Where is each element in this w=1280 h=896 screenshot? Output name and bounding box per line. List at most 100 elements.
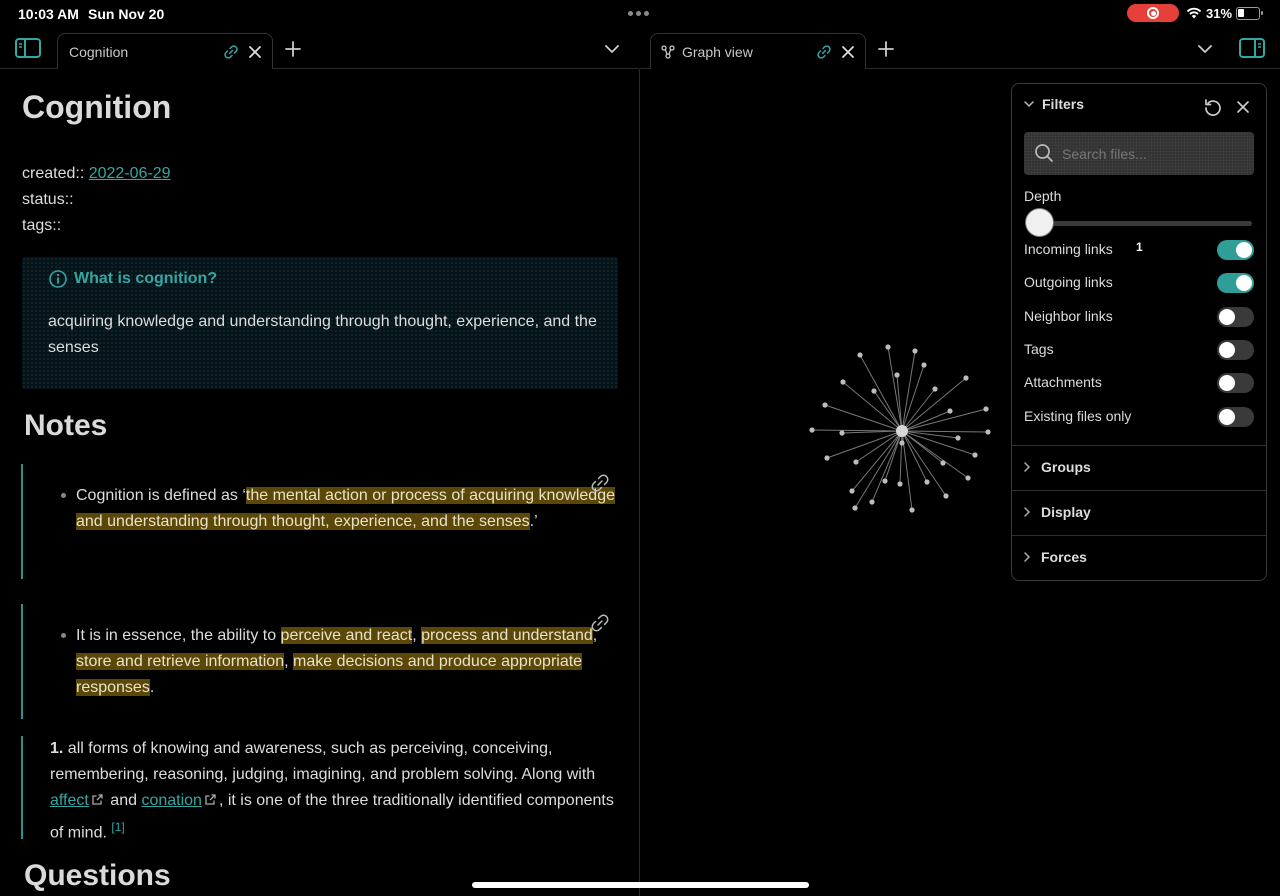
toggle-tags[interactable] (1217, 339, 1254, 360)
note-editor[interactable]: Cognition created:: 2022-06-29 status:: … (0, 69, 639, 896)
home-indicator[interactable] (472, 882, 809, 888)
graph-node[interactable] (853, 459, 859, 465)
graph-node[interactable] (849, 488, 855, 494)
callout-title[interactable]: What is cognition? (48, 269, 217, 289)
section-groups[interactable]: Groups (1024, 459, 1091, 475)
graph-node[interactable] (947, 408, 953, 414)
graph-node[interactable] (983, 406, 989, 412)
graph-node[interactable] (943, 493, 949, 499)
graph-node[interactable] (882, 478, 888, 484)
graph-edge (854, 430, 903, 509)
left-tab-strip: Cognition (0, 28, 639, 69)
graph-node[interactable] (894, 372, 900, 378)
toggle-label: Incoming links (1024, 241, 1113, 257)
highlight: perceive and react (280, 627, 413, 644)
graph-node[interactable] (912, 348, 918, 354)
search-files-input[interactable] (1024, 132, 1254, 175)
graph-node[interactable] (885, 344, 891, 350)
graph-node[interactable] (985, 429, 991, 435)
multitasking-dots-icon[interactable] (628, 11, 649, 16)
bullet-dot (61, 633, 66, 638)
graph-node[interactable] (965, 475, 971, 481)
section-label: Groups (1041, 459, 1091, 475)
graph-node[interactable] (822, 402, 828, 408)
toggle-label: Tags (1024, 340, 1054, 357)
graph-node[interactable] (972, 452, 978, 458)
graph-node[interactable] (871, 388, 877, 394)
graph-node[interactable] (897, 481, 903, 487)
toggle-existing-files-only[interactable] (1217, 406, 1254, 427)
graph-node-current[interactable] (896, 425, 908, 437)
info-icon (49, 270, 67, 288)
graph-node[interactable] (857, 352, 863, 358)
block-link-icon[interactable] (590, 613, 610, 633)
new-tab-icon[interactable] (284, 40, 302, 58)
toggle-label: Existing files only (1024, 407, 1132, 424)
graph-node[interactable] (955, 435, 961, 441)
toggle-label: Neighbor links (1024, 307, 1113, 324)
graph-edge (824, 404, 903, 432)
depth-slider-handle[interactable] (1026, 209, 1053, 236)
toggle-outgoing-links[interactable] (1217, 273, 1254, 294)
tab-graph-view[interactable]: Graph view (650, 33, 866, 69)
affect-link[interactable]: affect (50, 792, 89, 809)
graph-node[interactable] (940, 460, 946, 466)
graph-node[interactable] (932, 386, 938, 392)
graph-node[interactable] (909, 507, 915, 513)
graph-node[interactable] (824, 455, 830, 461)
toggle-incoming-links[interactable] (1217, 240, 1254, 260)
graph-edge (901, 364, 925, 432)
toggle-label: Outgoing links (1024, 274, 1113, 291)
graph-icon (661, 44, 675, 59)
tab-cognition[interactable]: Cognition (57, 33, 273, 69)
chevron-down-icon[interactable] (1196, 42, 1214, 56)
graph-edge (901, 430, 989, 433)
link-icon[interactable] (816, 44, 832, 60)
toggle-label: Attachments (1024, 374, 1102, 391)
close-icon[interactable] (1236, 100, 1250, 114)
link-icon[interactable] (223, 44, 239, 60)
graph-node[interactable] (869, 499, 875, 505)
info-callout: What is cognition? acquiring knowledge a… (22, 257, 618, 389)
chevron-right-icon (1024, 462, 1031, 472)
section-forces[interactable]: Forces (1024, 549, 1087, 565)
section-display[interactable]: Display (1024, 504, 1091, 520)
chevron-down-icon[interactable] (603, 42, 621, 56)
close-icon[interactable] (248, 45, 262, 59)
sidebar-toggle-icon[interactable] (14, 36, 42, 60)
toggle-attachments[interactable] (1217, 373, 1254, 394)
graph-node[interactable] (839, 430, 845, 436)
graph-node[interactable] (921, 362, 927, 368)
highlight: process and understand (421, 627, 593, 644)
depth-slider[interactable] (1028, 221, 1252, 226)
right-sidebar-toggle-icon[interactable] (1238, 36, 1266, 60)
property-key: created:: (22, 165, 85, 182)
block-link-icon[interactable] (590, 473, 610, 493)
toggle-neighbor-links[interactable] (1217, 306, 1254, 327)
status-date: Sun Nov 20 (88, 6, 165, 22)
filters-header[interactable]: Filters (1024, 96, 1084, 112)
questions-heading: Questions (24, 859, 171, 892)
close-icon[interactable] (841, 45, 855, 59)
graph-node[interactable] (924, 479, 930, 485)
tab-title: Cognition (69, 43, 129, 60)
graph-edge (901, 430, 976, 456)
chevron-right-icon (1024, 507, 1031, 517)
new-tab-icon[interactable] (877, 40, 895, 58)
graph-node[interactable] (899, 440, 905, 446)
restore-defaults-icon[interactable] (1202, 97, 1224, 119)
graph-edge (901, 350, 916, 432)
graph-node[interactable] (852, 505, 858, 511)
section-label: Forces (1041, 549, 1087, 565)
graph-node[interactable] (963, 375, 969, 381)
right-tab-strip: Graph view (640, 28, 1280, 69)
status-time: 10:03 AM (18, 6, 79, 22)
footnote-ref[interactable]: [1] (111, 820, 124, 834)
conation-link[interactable]: conation (141, 792, 202, 809)
created-date-link[interactable]: 2022-06-29 (89, 165, 171, 182)
screen-recording-icon[interactable] (1127, 4, 1179, 22)
graph-node[interactable] (840, 379, 846, 385)
graph-edge (901, 430, 928, 483)
list-item: It is in essence, the ability to perceiv… (76, 627, 598, 696)
graph-node[interactable] (809, 427, 815, 433)
